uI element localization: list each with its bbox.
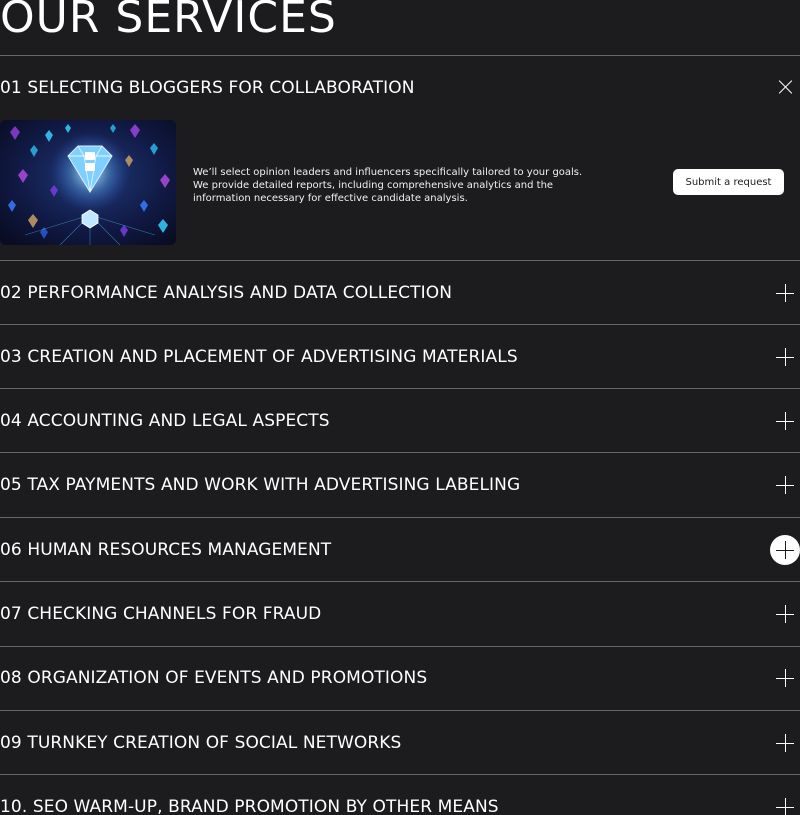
divider bbox=[0, 55, 800, 56]
service-title[interactable]: 02 PERFORMANCE ANALYSIS AND DATA COLLECT… bbox=[0, 282, 452, 304]
plus-icon[interactable] bbox=[776, 476, 794, 494]
divider bbox=[0, 388, 800, 389]
services-page: OUR SERVICES 01 SELECTING BLOGGERS FOR C… bbox=[0, 0, 800, 815]
service-title[interactable]: 04 ACCOUNTING AND LEGAL ASPECTS bbox=[0, 410, 330, 432]
plus-icon[interactable] bbox=[776, 605, 794, 623]
description-line: information necessary for effective cand… bbox=[193, 193, 468, 204]
plus-icon[interactable] bbox=[770, 535, 800, 565]
submit-request-button[interactable]: Submit a request bbox=[673, 169, 784, 195]
close-icon[interactable] bbox=[778, 80, 792, 94]
description-line: We’ll select opinion leaders and influen… bbox=[193, 167, 583, 178]
service-title[interactable]: 03 CREATION AND PLACEMENT OF ADVERTISING… bbox=[0, 346, 518, 368]
service-title[interactable]: 10. SEO WARM-UP, BRAND PROMOTION BY OTHE… bbox=[0, 796, 499, 815]
divider bbox=[0, 260, 800, 261]
service-title[interactable]: 06 HUMAN RESOURCES MANAGEMENT bbox=[0, 539, 331, 561]
plus-icon[interactable] bbox=[776, 669, 794, 687]
plus-icon[interactable] bbox=[776, 798, 794, 815]
page-title: OUR SERVICES bbox=[0, 0, 337, 43]
service-title[interactable]: 05 TAX PAYMENTS AND WORK WITH ADVERTISIN… bbox=[0, 474, 520, 496]
service-title[interactable]: 07 CHECKING CHANNELS FOR FRAUD bbox=[0, 603, 321, 625]
service-description: We’ll select opinion leaders and influen… bbox=[193, 166, 613, 205]
divider bbox=[0, 452, 800, 453]
divider bbox=[0, 581, 800, 582]
diamond-illustration bbox=[0, 120, 176, 245]
divider bbox=[0, 517, 800, 518]
description-line: We provide detailed reports, including c… bbox=[193, 180, 554, 191]
plus-icon[interactable] bbox=[776, 412, 794, 430]
plus-icon[interactable] bbox=[776, 284, 794, 302]
divider bbox=[0, 324, 800, 325]
divider bbox=[0, 646, 800, 647]
plus-icon[interactable] bbox=[776, 348, 794, 366]
divider bbox=[0, 774, 800, 775]
service-title[interactable]: 09 TURNKEY CREATION OF SOCIAL NETWORKS bbox=[0, 732, 401, 754]
service-title[interactable]: 08 ORGANIZATION OF EVENTS AND PROMOTIONS bbox=[0, 667, 427, 689]
plus-icon[interactable] bbox=[776, 734, 794, 752]
divider bbox=[0, 710, 800, 711]
service-title[interactable]: 01 SELECTING BLOGGERS FOR COLLABORATION bbox=[0, 77, 415, 99]
